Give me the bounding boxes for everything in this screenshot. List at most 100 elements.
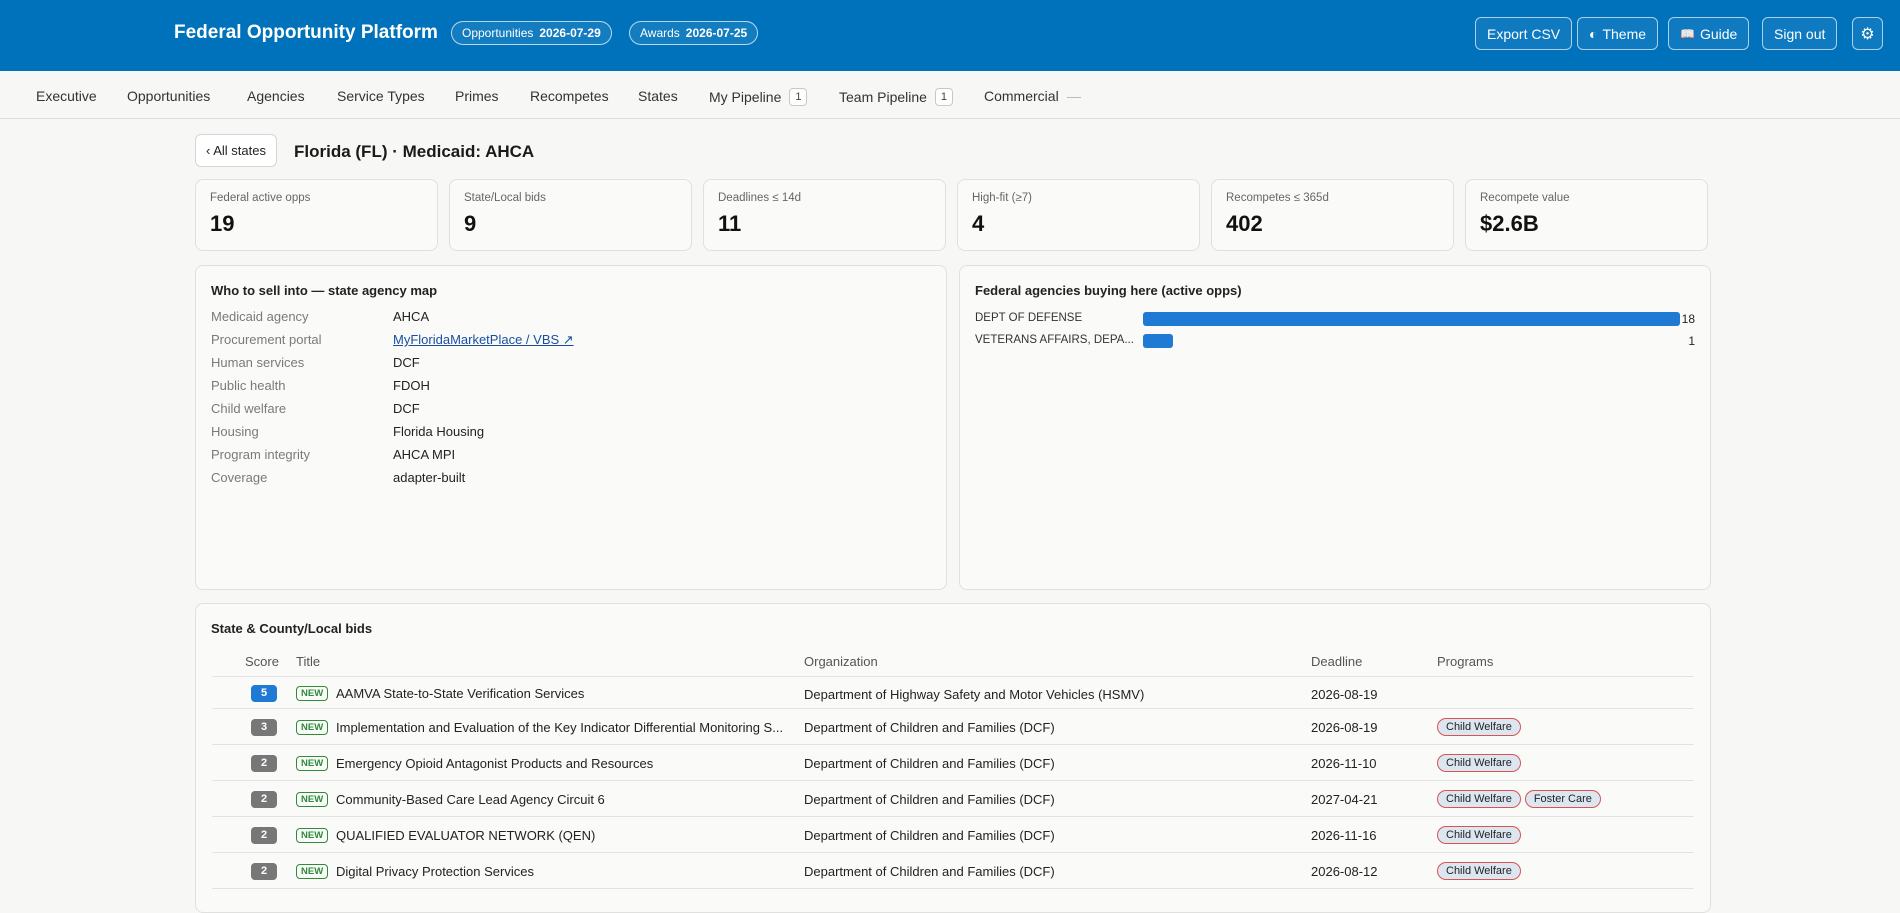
sign-out-button[interactable]: Sign out bbox=[1762, 17, 1838, 50]
map-key: Procurement portal bbox=[211, 332, 322, 347]
bid-title[interactable]: Digital Privacy Protection Services bbox=[336, 864, 786, 879]
kpi-value: 9 bbox=[464, 211, 477, 236]
map-row: Housing Florida Housing bbox=[211, 424, 484, 439]
nav-my-pipeline[interactable]: My Pipeline 1 bbox=[709, 88, 808, 106]
bar-label: VETERANS AFFAIRS, DEPA... bbox=[975, 334, 1134, 346]
nav-service-types[interactable]: Service Types bbox=[337, 88, 425, 104]
guide-button[interactable]: 📖 Guide bbox=[1668, 17, 1750, 50]
map-row: Public health FDOH bbox=[211, 378, 430, 393]
bar-track bbox=[1143, 334, 1680, 348]
nav-agencies[interactable]: Agencies bbox=[247, 88, 305, 104]
bar-row-dept-of-defense: DEPT OF DEFENSE 18 bbox=[975, 311, 1695, 327]
nav-opportunities[interactable]: Opportunities bbox=[127, 88, 210, 104]
nav-primes[interactable]: Primes bbox=[455, 88, 499, 104]
theme-icon: ◐ bbox=[1589, 25, 1598, 42]
map-value: adapter-built bbox=[393, 470, 466, 485]
bid-deadline: 2026-08-12 bbox=[1311, 864, 1378, 879]
map-value: DCF bbox=[393, 355, 420, 370]
kpi-label: Recompetes ≤ 365d bbox=[1226, 192, 1329, 204]
table-row[interactable]: 5 NEW AAMVA State-to-State Verification … bbox=[212, 676, 1694, 712]
theme-button[interactable]: ◐ Theme bbox=[1577, 17, 1659, 50]
col-title[interactable]: Title bbox=[296, 654, 320, 669]
table-row[interactable]: 3 NEW Implementation and Evaluation of t… bbox=[212, 708, 1694, 744]
program-tag: Child Welfare bbox=[1437, 826, 1521, 844]
nav-states[interactable]: States bbox=[638, 88, 678, 104]
col-organization[interactable]: Organization bbox=[804, 654, 878, 669]
map-key: Public health bbox=[211, 378, 286, 393]
kpi-label: High-fit (≥7) bbox=[972, 192, 1032, 204]
map-value: FDOH bbox=[393, 378, 430, 393]
program-tag: Child Welfare bbox=[1437, 790, 1521, 808]
bid-title[interactable]: Implementation and Evaluation of the Key… bbox=[336, 720, 786, 735]
bid-programs: Child Welfare bbox=[1437, 862, 1521, 880]
bar-value: 1 bbox=[1688, 334, 1695, 348]
kpi-value: 402 bbox=[1226, 211, 1263, 236]
new-badge: NEW bbox=[296, 864, 329, 879]
all-states-back-button[interactable]: ‹ All states bbox=[195, 134, 277, 167]
nav-team-pipeline[interactable]: Team Pipeline 1 bbox=[839, 88, 953, 106]
nav-executive[interactable]: Executive bbox=[36, 88, 97, 104]
kpi-deadlines: Deadlines ≤ 14d 11 bbox=[703, 179, 946, 251]
kpi-recompete-value: Recompete value $2.6B bbox=[1465, 179, 1708, 251]
map-row: Human services DCF bbox=[211, 355, 420, 370]
table-row[interactable]: 2 NEW QUALIFIED EVALUATOR NETWORK (QEN) … bbox=[212, 816, 1694, 852]
opportunities-date-pill: Opportunities 2026-07-29 bbox=[451, 21, 612, 45]
score-badge: 3 bbox=[251, 719, 277, 736]
bid-programs: Child Welfare bbox=[1437, 826, 1521, 844]
bid-title[interactable]: Emergency Opioid Antagonist Products and… bbox=[336, 756, 786, 771]
map-key: Program integrity bbox=[211, 447, 310, 462]
bid-organization: Department of Children and Families (DCF… bbox=[804, 792, 1055, 807]
bid-title[interactable]: AAMVA State-to-State Verification Servic… bbox=[336, 686, 786, 701]
pill-label: Awards bbox=[640, 26, 680, 40]
main-nav: Executive Opportunities Agencies Service… bbox=[0, 71, 1900, 119]
bid-deadline: 2026-11-10 bbox=[1311, 756, 1377, 771]
nav-label: Executive bbox=[36, 88, 97, 104]
map-row: Program integrity AHCA MPI bbox=[211, 447, 455, 462]
top-header: Federal Opportunity Platform Opportuniti… bbox=[0, 0, 1900, 71]
kpi-value: $2.6B bbox=[1480, 211, 1539, 236]
guide-label: Guide bbox=[1699, 25, 1738, 42]
col-deadline[interactable]: Deadline bbox=[1311, 654, 1362, 669]
nav-label: Primes bbox=[455, 88, 499, 104]
program-tag: Child Welfare bbox=[1437, 862, 1521, 880]
bar-row-veterans-affairs: VETERANS AFFAIRS, DEPA... 1 bbox=[975, 333, 1695, 349]
theme-label: Theme bbox=[1602, 25, 1647, 42]
score-badge: 2 bbox=[251, 863, 277, 880]
table-row[interactable]: 2 NEW Emergency Opioid Antagonist Produc… bbox=[212, 744, 1694, 780]
app-title: Federal Opportunity Platform bbox=[174, 22, 438, 43]
nav-recompetes[interactable]: Recompetes bbox=[530, 88, 609, 104]
kpi-label: Recompete value bbox=[1480, 192, 1570, 204]
bid-title[interactable]: QUALIFIED EVALUATOR NETWORK (QEN) bbox=[336, 828, 786, 843]
kpi-recompetes: Recompetes ≤ 365d 402 bbox=[1211, 179, 1454, 251]
awards-date-pill: Awards 2026-07-25 bbox=[629, 21, 759, 45]
bid-deadline: 2026-08-19 bbox=[1311, 687, 1378, 702]
kpi-value: 4 bbox=[972, 211, 985, 236]
col-programs[interactable]: Programs bbox=[1437, 654, 1493, 669]
nav-label: Commercial bbox=[984, 88, 1059, 104]
pill-date: 2026-07-29 bbox=[539, 26, 601, 40]
program-tag: Child Welfare bbox=[1437, 718, 1521, 736]
kpi-label: Deadlines ≤ 14d bbox=[718, 192, 802, 204]
settings-button[interactable]: ⚙ bbox=[1852, 17, 1883, 50]
nav-commercial[interactable]: Commercial bbox=[984, 88, 1081, 104]
nav-label: States bbox=[638, 88, 678, 104]
table-row[interactable]: 2 NEW Digital Privacy Protection Service… bbox=[212, 852, 1694, 888]
map-value: AHCA bbox=[393, 309, 430, 324]
bids-title: State & County/Local bids bbox=[211, 621, 373, 636]
bid-organization: Department of Children and Families (DCF… bbox=[804, 720, 1055, 735]
bid-title[interactable]: Community-Based Care Lead Agency Circuit… bbox=[336, 792, 786, 807]
col-score[interactable]: Score bbox=[245, 654, 279, 669]
agency-map-panel: Who to sell into — state agency map Medi… bbox=[195, 265, 947, 590]
book-icon: 📖 bbox=[1680, 26, 1695, 41]
procurement-portal-link[interactable]: MyFloridaMarketPlace / VBS ↗ bbox=[393, 332, 574, 348]
program-tag: Foster Care bbox=[1524, 790, 1601, 808]
export-csv-button[interactable]: Export CSV bbox=[1475, 17, 1573, 50]
score-badge: 2 bbox=[251, 755, 277, 772]
table-row[interactable]: 2 NEW Community-Based Care Lead Agency C… bbox=[212, 780, 1694, 816]
new-badge: NEW bbox=[296, 792, 329, 807]
nav-label: My Pipeline bbox=[709, 89, 782, 105]
kpi-federal-active-opps: Federal active opps 19 bbox=[195, 179, 438, 251]
score-badge: 2 bbox=[251, 791, 277, 808]
bid-organization: Department of Highway Safety and Motor V… bbox=[804, 687, 1145, 702]
map-value: Florida Housing bbox=[393, 424, 485, 439]
